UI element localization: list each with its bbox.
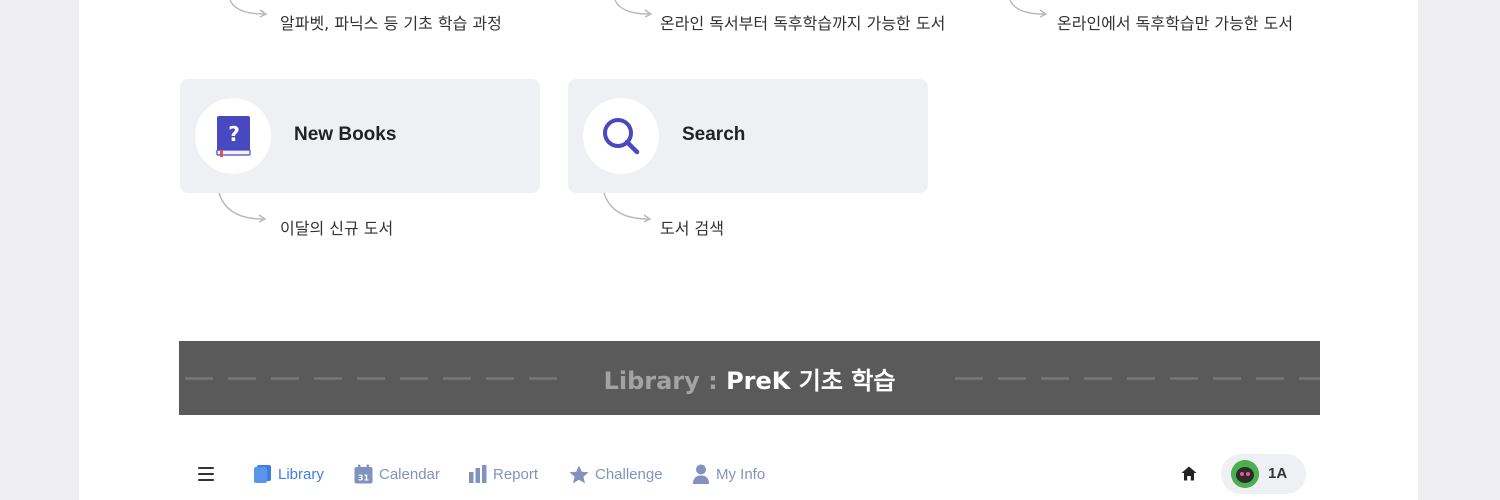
- magnifier-icon: [603, 118, 640, 155]
- banner-title: Library : PreK 기초 학습: [179, 361, 1320, 396]
- nav-report[interactable]: Report: [469, 462, 538, 486]
- card-label-new-books: New Books: [294, 124, 397, 145]
- book-icon: [254, 465, 271, 483]
- svg-text:?: ?: [228, 122, 240, 146]
- caption-ebook: 온라인 독서부터 독후학습까지 가능한 도서: [660, 14, 946, 33]
- new-books-card[interactable]: ? New Books: [180, 79, 540, 193]
- caption-arrow: [614, 0, 653, 18]
- card-icon-circle: ?: [195, 98, 271, 174]
- nav-myinfo[interactable]: My Info: [692, 462, 765, 486]
- caption-arrow: [1009, 0, 1048, 18]
- caption-activity: 온라인에서 독후학습만 가능한 도서: [1057, 14, 1294, 33]
- caption-arrow: [218, 193, 267, 223]
- user-class-label: 1A: [1268, 465, 1288, 482]
- nav-calendar[interactable]: 31 Calendar: [354, 462, 440, 486]
- nav-label-challenge: Challenge: [595, 465, 663, 483]
- user-profile-button[interactable]: 1A: [1221, 454, 1306, 494]
- home-icon[interactable]: [1181, 466, 1197, 481]
- calendar-icon: 31: [354, 464, 373, 484]
- library-banner: Library : PreK 기초 학습: [179, 341, 1320, 415]
- card-label-search: Search: [682, 124, 746, 145]
- bottom-navbar: Library 31 Calendar Report Challenge My …: [179, 448, 1320, 500]
- avatar: [1231, 460, 1259, 488]
- nav-label-myinfo: My Info: [716, 465, 766, 483]
- search-card[interactable]: Search: [568, 79, 928, 193]
- caption-search: 도서 검색: [660, 219, 724, 238]
- book-question-icon: ?: [216, 116, 251, 157]
- caption-arrow: [603, 193, 652, 223]
- person-icon: [693, 464, 709, 484]
- menu-icon[interactable]: [198, 467, 214, 481]
- star-icon: [569, 465, 589, 483]
- caption-prek: 알파벳, 파닉스 등 기초 학습 과정: [280, 14, 502, 33]
- nav-label-report: Report: [493, 465, 539, 483]
- nav-label-calendar: Calendar: [379, 465, 440, 483]
- page-content: [79, 0, 1418, 500]
- caption-new-books: 이달의 신규 도서: [280, 219, 394, 238]
- banner-prefix: Library :: [603, 367, 718, 395]
- nav-label-library: Library: [278, 465, 324, 483]
- nav-library[interactable]: Library: [254, 462, 324, 486]
- caption-arrow: [229, 0, 268, 18]
- banner-heading: PreK 기초 학습: [726, 367, 896, 395]
- card-icon-circle: [583, 98, 659, 174]
- calendar-badge: 31: [358, 474, 370, 483]
- bar-chart-icon: [469, 465, 487, 483]
- nav-challenge[interactable]: Challenge: [569, 462, 663, 486]
